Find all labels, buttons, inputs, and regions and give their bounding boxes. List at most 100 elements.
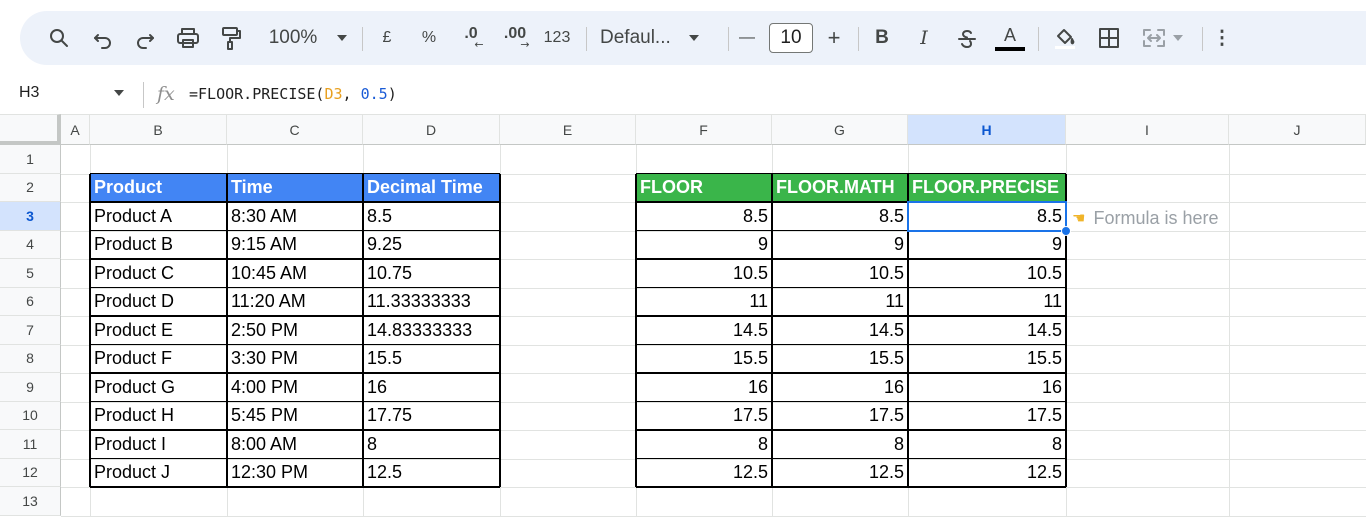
undo-icon[interactable] — [88, 11, 118, 65]
table1-header-cell[interactable]: Decimal Time — [363, 173, 500, 202]
row-header-6[interactable]: 6 — [0, 287, 61, 316]
table1-cell[interactable]: 8.5 — [363, 202, 500, 231]
fill-color-icon[interactable] — [1048, 11, 1082, 65]
table2-cell[interactable]: 9 — [636, 231, 772, 260]
merge-cells-icon[interactable] — [1136, 11, 1188, 65]
paint-format-icon[interactable] — [216, 11, 246, 65]
row-header-11[interactable]: 11 — [0, 430, 61, 459]
strikethrough-icon[interactable] — [952, 11, 982, 65]
table1-cell[interactable]: 2:50 PM — [227, 316, 363, 345]
table2-header-cell[interactable]: FLOOR.PRECISE — [908, 173, 1066, 202]
row-header-4[interactable]: 4 — [0, 230, 61, 259]
table1-cell[interactable]: Product H — [90, 402, 227, 431]
table1-header-cell[interactable]: Time — [227, 173, 363, 202]
table1-cell[interactable]: Product G — [90, 373, 227, 402]
column-header-d[interactable]: D — [363, 114, 500, 145]
row-header-3[interactable]: 3 — [0, 202, 61, 231]
zoom-select[interactable]: 100% — [258, 11, 358, 65]
table2-cell[interactable]: 16 — [636, 373, 772, 402]
table1-cell[interactable]: 16 — [363, 373, 500, 402]
table2-header-cell[interactable]: FLOOR.MATH — [772, 173, 908, 202]
table1-cell[interactable]: 9:15 AM — [227, 231, 363, 260]
table2-cell[interactable]: 9 — [908, 231, 1066, 260]
number-format-button[interactable]: 123 — [540, 11, 574, 65]
table2-cell[interactable]: 15.5 — [908, 345, 1066, 374]
column-header-e[interactable]: E — [500, 114, 636, 145]
table2-header-cell[interactable]: FLOOR — [636, 173, 772, 202]
row-header-5[interactable]: 5 — [0, 259, 61, 288]
table1-cell[interactable]: 10:45 AM — [227, 259, 363, 288]
table1-cell[interactable]: Product E — [90, 316, 227, 345]
row-header-9[interactable]: 9 — [0, 373, 61, 402]
column-header-f[interactable]: F — [636, 114, 772, 145]
table2-cell[interactable]: 11 — [636, 288, 772, 317]
table1-cell[interactable]: 10.75 — [363, 259, 500, 288]
table2-cell[interactable]: 9 — [772, 231, 908, 260]
search-icon[interactable] — [44, 11, 74, 65]
bold-button[interactable]: B — [868, 11, 896, 65]
more-options-icon[interactable]: ⋮ — [1208, 11, 1236, 65]
row-header-2[interactable]: 2 — [0, 173, 61, 202]
table2-cell[interactable]: 14.5 — [772, 316, 908, 345]
table2-cell[interactable]: 12.5 — [636, 459, 772, 488]
table2-cell[interactable]: 8 — [772, 430, 908, 459]
table2-cell[interactable]: 17.5 — [636, 402, 772, 431]
column-header-a[interactable]: A — [61, 114, 90, 145]
table1-cell[interactable]: Product C — [90, 259, 227, 288]
table2-cell[interactable]: 14.5 — [908, 316, 1066, 345]
table1-cell[interactable]: 12:30 PM — [227, 459, 363, 488]
table2-cell[interactable]: 17.5 — [772, 402, 908, 431]
print-icon[interactable] — [172, 11, 204, 65]
column-header-h[interactable]: H — [908, 114, 1066, 145]
table1-cell[interactable]: 4:00 PM — [227, 373, 363, 402]
row-header-1[interactable]: 1 — [0, 145, 61, 174]
select-all-corner[interactable] — [0, 114, 61, 145]
table1-cell[interactable]: 11.33333333 — [363, 288, 500, 317]
table1-cell[interactable]: Product F — [90, 345, 227, 374]
table2-cell[interactable]: 17.5 — [908, 402, 1066, 431]
table1-cell[interactable]: 8:30 AM — [227, 202, 363, 231]
table2-cell[interactable]: 11 — [908, 288, 1066, 317]
table2-cell[interactable]: 16 — [772, 373, 908, 402]
column-header-c[interactable]: C — [227, 114, 363, 145]
decrease-font-size-button[interactable]: — — [734, 11, 760, 65]
table1-cell[interactable]: Product A — [90, 202, 227, 231]
table1-cell[interactable]: 9.25 — [363, 231, 500, 260]
font-select[interactable]: Defaul... — [600, 11, 720, 65]
table2-cell[interactable]: 12.5 — [772, 459, 908, 488]
table2-cell[interactable]: 8.5 — [636, 202, 772, 231]
text-color-button[interactable]: A — [992, 11, 1028, 65]
table2-cell[interactable]: 8 — [908, 430, 1066, 459]
table1-cell[interactable]: 8 — [363, 430, 500, 459]
decrease-decimal-button[interactable]: .0 ← — [454, 11, 488, 65]
table2-cell[interactable]: 12.5 — [908, 459, 1066, 488]
redo-icon[interactable] — [130, 11, 160, 65]
column-header-i[interactable]: I — [1066, 114, 1229, 145]
table1-cell[interactable]: 12.5 — [363, 459, 500, 488]
table2-cell[interactable]: 16 — [908, 373, 1066, 402]
table1-cell[interactable]: 14.83333333 — [363, 316, 500, 345]
font-size-input[interactable]: 10 — [769, 23, 813, 53]
table1-cell[interactable]: Product B — [90, 231, 227, 260]
table2-cell[interactable]: 10.5 — [772, 259, 908, 288]
table1-cell[interactable]: 8:00 AM — [227, 430, 363, 459]
table2-cell[interactable]: 11 — [772, 288, 908, 317]
percent-button[interactable]: % — [414, 11, 444, 65]
table1-cell[interactable]: Product J — [90, 459, 227, 488]
column-header-j[interactable]: J — [1229, 114, 1366, 145]
table1-header-cell[interactable]: Product — [90, 173, 227, 202]
increase-font-size-button[interactable]: + — [820, 11, 848, 65]
table2-cell[interactable]: 15.5 — [636, 345, 772, 374]
column-header-g[interactable]: G — [772, 114, 908, 145]
formula-input[interactable]: =FLOOR.PRECISE(D3, 0.5) — [189, 85, 397, 103]
fill-handle[interactable] — [1061, 225, 1071, 236]
table1-cell[interactable]: Product I — [90, 430, 227, 459]
table2-cell[interactable]: 8.5 — [908, 202, 1066, 231]
table1-cell[interactable]: 5:45 PM — [227, 402, 363, 431]
table1-cell[interactable]: 15.5 — [363, 345, 500, 374]
table1-cell[interactable]: 3:30 PM — [227, 345, 363, 374]
chevron-down-icon[interactable] — [114, 90, 124, 96]
row-header-7[interactable]: 7 — [0, 316, 61, 345]
table1-cell[interactable]: Product D — [90, 288, 227, 317]
table2-cell[interactable]: 15.5 — [772, 345, 908, 374]
